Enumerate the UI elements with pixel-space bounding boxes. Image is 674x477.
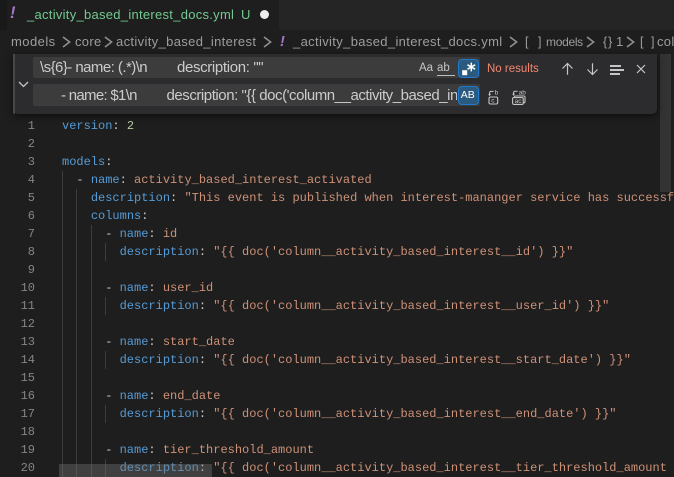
svg-text:ac: ac [515,98,523,105]
svg-text:b: b [495,90,499,97]
svg-text:ab: ab [519,90,526,96]
